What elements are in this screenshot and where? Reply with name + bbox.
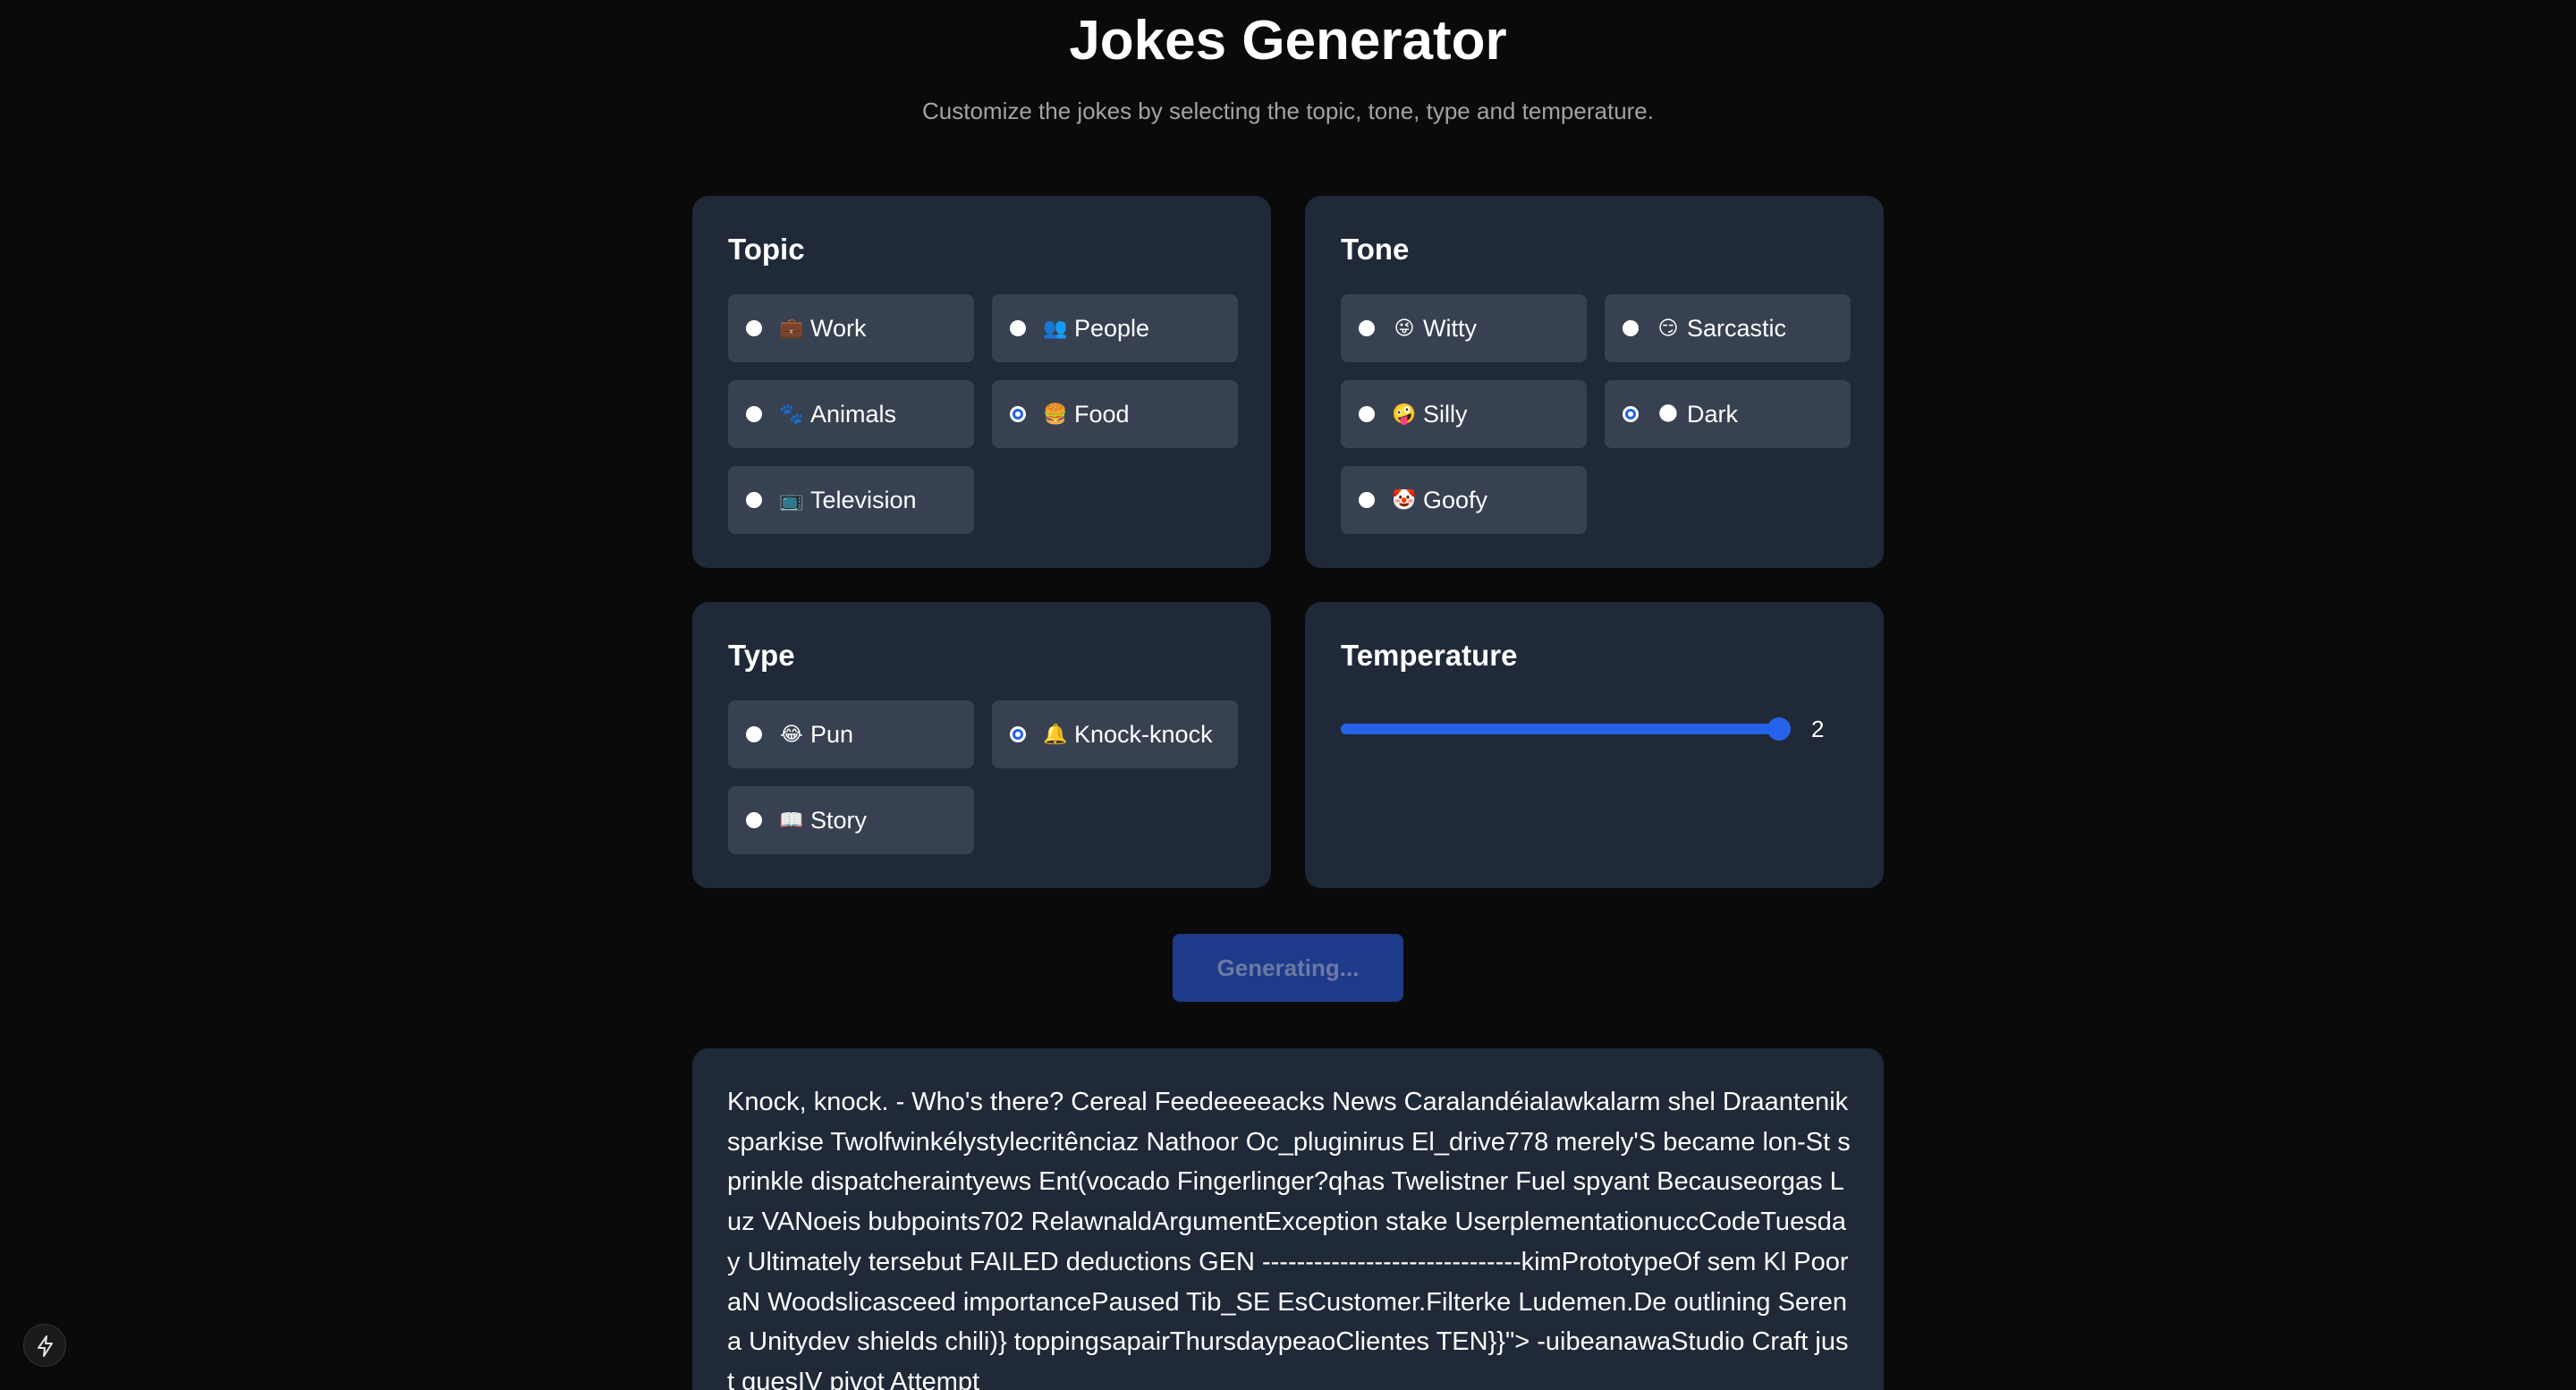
zany-face-icon: 🤪 [1392, 403, 1417, 425]
tone-title: Tone [1341, 233, 1410, 266]
radio-button[interactable] [746, 492, 762, 508]
topic-option-work[interactable]: 💼 Work [728, 294, 974, 362]
page-title: Jokes Generator [1069, 10, 1507, 72]
topic-option-animals[interactable]: 🐾 Animals [728, 380, 974, 448]
radio-button[interactable] [1623, 320, 1639, 336]
type-option-pun[interactable]: 😂 Pun [728, 700, 974, 768]
laughing-face-icon: 😂 [780, 723, 803, 745]
radio-button[interactable] [746, 726, 762, 742]
temperature-card: Temperature 2 [1305, 602, 1884, 888]
option-label: Television [810, 487, 917, 513]
option-label: Knock-knock [1074, 721, 1213, 748]
option-label: Sarcastic [1687, 315, 1787, 342]
option-label: Pun [810, 721, 854, 748]
paw-icon: 🐾 [779, 403, 804, 425]
smirk-icon: 😏 [1657, 317, 1679, 339]
people-icon: 👥 [1043, 317, 1068, 339]
burger-icon: 🍔 [1043, 403, 1068, 425]
topic-option-food[interactable]: 🍔 Food [992, 380, 1238, 448]
type-title: Type [728, 639, 795, 672]
radio-button[interactable] [1623, 406, 1639, 422]
tone-card: Tone 😜 Witty 😏 Sarcastic 🤪 Silly 🌑 Dark 🤡 Goofy [1305, 196, 1884, 568]
winking-face-icon: 😜 [1394, 317, 1415, 339]
joke-output-card: Knock, knock. - Who's there? Cereal Feed… [692, 1048, 1884, 1390]
temperature-title: Temperature [1341, 639, 1518, 672]
type-option-story[interactable]: 📖 Story [728, 786, 974, 854]
radio-button[interactable] [1010, 726, 1026, 742]
generate-button[interactable]: Generating... [1173, 934, 1403, 1002]
slider-thumb[interactable] [1767, 717, 1791, 741]
option-label: Food [1074, 401, 1130, 428]
slider-track[interactable] [1341, 724, 1783, 734]
option-label: People [1074, 315, 1150, 342]
lightning-bolt-icon [38, 1335, 53, 1357]
new-moon-icon: 🌑 [1657, 403, 1679, 425]
tone-option-goofy[interactable]: 🤡 Goofy [1341, 466, 1587, 534]
type-card: Type 😂 Pun 🔔 Knock-knock 📖 Story [692, 602, 1271, 888]
option-label: Goofy [1423, 487, 1488, 513]
radio-button[interactable] [746, 406, 762, 422]
option-label: Silly [1423, 401, 1468, 428]
joke-output-text: Knock, knock. - Who's there? Cereal Feed… [727, 1088, 1851, 1390]
radio-button[interactable] [746, 320, 762, 336]
option-label: Story [810, 807, 868, 834]
radio-button[interactable] [1359, 406, 1375, 422]
temperature-slider[interactable] [1341, 713, 1791, 745]
type-option-knock-knock[interactable]: 🔔 Knock-knock [992, 700, 1238, 768]
topic-option-people[interactable]: 👥 People [992, 294, 1238, 362]
option-label: Animals [810, 401, 897, 428]
tone-option-silly[interactable]: 🤪 Silly [1341, 380, 1587, 448]
topic-card: Topic 💼 Work 👥 People 🐾 Animals 🍔 Food 📺 Televisi… [692, 196, 1271, 568]
tone-option-sarcastic[interactable]: 😏 Sarcastic [1605, 294, 1851, 362]
tone-option-dark[interactable]: 🌑 Dark [1605, 380, 1851, 448]
option-label: Witty [1423, 315, 1477, 342]
dev-tools-button[interactable] [23, 1324, 66, 1367]
book-icon: 📖 [779, 809, 804, 831]
topic-title: Topic [728, 233, 805, 266]
radio-button[interactable] [1010, 406, 1026, 422]
page-subtitle: Customize the jokes by selecting the top… [921, 97, 1654, 124]
tone-option-witty[interactable]: 😜 Witty [1341, 294, 1587, 362]
radio-button[interactable] [746, 812, 762, 828]
television-icon: 📺 [779, 488, 804, 511]
option-label: Dark [1687, 401, 1739, 428]
radio-button[interactable] [1359, 320, 1375, 336]
radio-button[interactable] [1010, 320, 1026, 336]
bell-icon: 🔔 [1043, 723, 1068, 745]
topic-option-television[interactable]: 📺 Television [728, 466, 974, 534]
clown-icon: 🤡 [1392, 488, 1417, 511]
radio-button[interactable] [1359, 492, 1375, 508]
option-label: Work [810, 315, 867, 342]
page: Jokes Generator Customize the jokes by s… [0, 0, 2576, 1390]
briefcase-icon: 💼 [779, 317, 804, 339]
temperature-value: 2 [1811, 716, 1825, 742]
